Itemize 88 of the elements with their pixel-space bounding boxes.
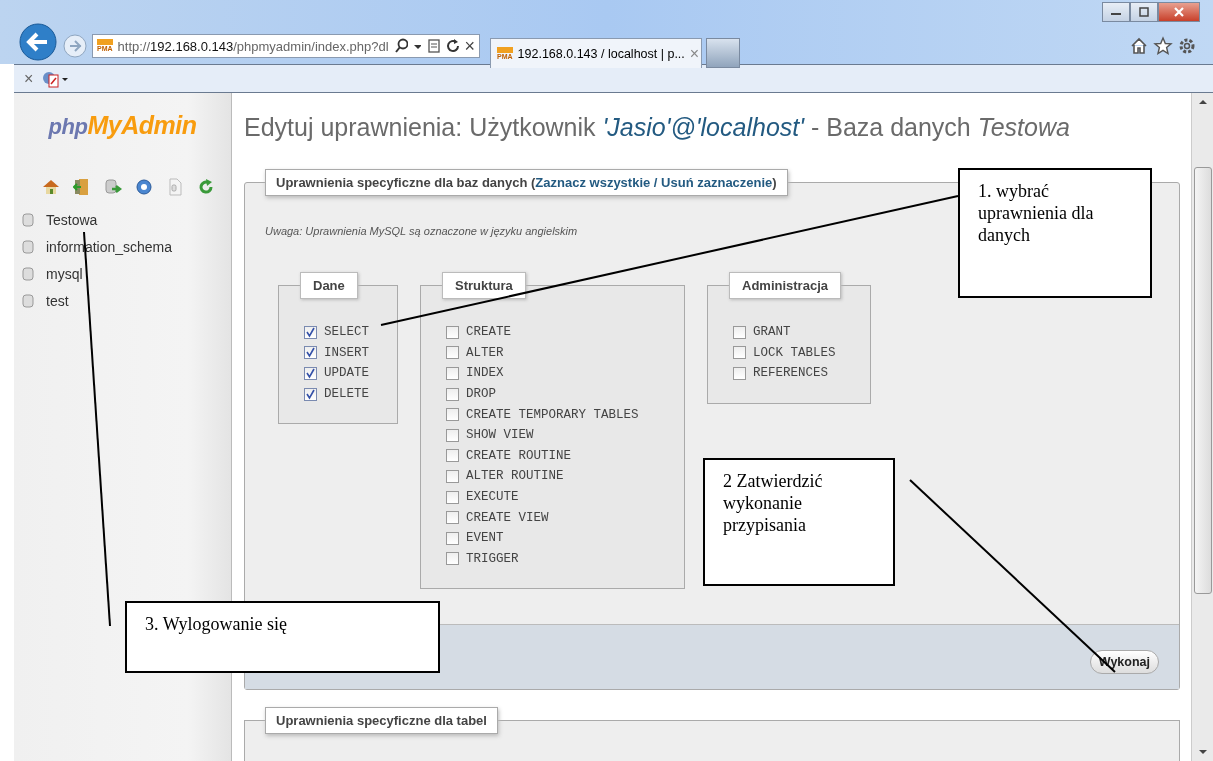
panel-legend: Uprawnienia specyficzne dla tabel (265, 707, 498, 734)
checkbox[interactable] (446, 387, 459, 401)
database-icon (22, 239, 34, 254)
checkbox[interactable] (733, 346, 746, 360)
privilege-label: UPDATE (324, 366, 369, 381)
scrollbar-thumb[interactable] (1193, 167, 1212, 594)
unselect-all-link[interactable]: Usuń zaznaczenie (661, 175, 773, 190)
maximize-icon (1137, 7, 1151, 17)
separator-text: / (652, 175, 659, 190)
tab-title: 192.168.0.143 / localhost | p... (517, 46, 685, 61)
privilege-label: DROP (466, 387, 496, 402)
group-legend: Dane (300, 272, 358, 299)
database-link[interactable]: Testowa (46, 211, 98, 228)
checkbox[interactable] (446, 511, 459, 525)
star-icon[interactable] (1153, 36, 1173, 56)
checkbox[interactable] (446, 449, 459, 463)
stop-button[interactable]: × (464, 35, 475, 57)
database-icon (22, 293, 34, 308)
close-bar-button[interactable]: × (24, 69, 34, 88)
privilege-label: CREATE ROUTINE (466, 448, 572, 463)
privilege-label: CREATE TEMPORARY TABLES (466, 407, 639, 422)
privilege-label: SHOW VIEW (466, 428, 534, 443)
home-icon[interactable] (1129, 36, 1149, 56)
checkbox[interactable] (446, 367, 459, 380)
close-button[interactable] (1158, 2, 1200, 22)
note-text: Uwaga: Uprawnienia MySQL są oznaczone w języku angielskim (265, 225, 578, 237)
privilege-label: REFERENCES (753, 366, 828, 381)
close-icon (1172, 7, 1186, 17)
privilege-label: TRIGGER (466, 551, 519, 566)
minimize-button[interactable] (1102, 2, 1130, 22)
home-icon[interactable] (42, 178, 60, 196)
annotation-text: 1. wybrać uprawnienia dla danych (978, 181, 1094, 245)
privilege-label: SELECT (324, 325, 369, 340)
door-icon[interactable] (73, 178, 91, 196)
privilege-label: CREATE VIEW (466, 510, 549, 525)
scrollbar[interactable] (1191, 93, 1213, 761)
scroll-down-icon[interactable] (1198, 749, 1207, 755)
database-icon (22, 212, 34, 227)
legend-text: Uprawnienia specyficzne dla baz danych ( (276, 175, 536, 190)
privilege-label: EVENT (466, 531, 504, 546)
checkbox[interactable] (304, 367, 317, 380)
group-legend: Administracja (729, 272, 841, 299)
checkbox[interactable] (446, 469, 459, 483)
scroll-up-icon[interactable] (1198, 99, 1207, 105)
privilege-label: INDEX (466, 366, 504, 381)
privilege-label: ALTER ROUTINE (466, 469, 564, 484)
privilege-label: INSERT (324, 345, 369, 360)
checkbox[interactable] (304, 346, 317, 360)
back-button[interactable] (18, 22, 58, 62)
settings-icon[interactable] (1177, 36, 1197, 56)
checkbox[interactable] (733, 367, 746, 380)
checkbox[interactable] (446, 552, 459, 566)
checkbox[interactable] (304, 325, 317, 339)
database-arrow-icon[interactable] (104, 178, 122, 196)
logo[interactable]: phpMyAdmin (14, 111, 231, 140)
privilege-label: GRANT (753, 325, 791, 340)
select-all-link[interactable]: Zaznacz wszystkie (535, 175, 651, 190)
privilege-label: LOCK TABLES (753, 345, 836, 360)
checkbox[interactable] (446, 346, 459, 360)
reload-icon[interactable] (197, 178, 215, 196)
database-link[interactable]: mysql (46, 265, 83, 282)
search-icon[interactable] (393, 38, 408, 54)
maximize-button[interactable] (1130, 2, 1158, 22)
privilege-label: EXECUTE (466, 490, 519, 505)
url-text: http://192.168.0.143/phpmyadmin/index.php?dl (117, 38, 389, 54)
privilege-label: ALTER (466, 345, 504, 360)
page-title: Edytuj uprawnienia: Użytkownik 'Jasio'@'localhost' - Baza danych Testowa (244, 113, 1071, 142)
checkbox[interactable] (446, 428, 459, 442)
forward-button[interactable] (62, 33, 88, 59)
checkbox[interactable] (733, 325, 746, 339)
help-icon[interactable] (135, 178, 153, 196)
database-icon (22, 266, 34, 281)
checkbox[interactable] (304, 387, 317, 401)
document-icon[interactable] (166, 178, 184, 196)
checkbox[interactable] (446, 325, 459, 339)
checkbox[interactable] (446, 408, 459, 422)
new-tab-button[interactable] (706, 38, 740, 68)
legend-text: ) (772, 175, 777, 190)
privilege-label: DELETE (324, 387, 369, 402)
privilege-label: CREATE (466, 325, 511, 340)
pdf-icon[interactable] (41, 69, 70, 88)
checkbox[interactable] (446, 490, 459, 504)
database-link[interactable]: test (46, 292, 69, 309)
checkbox[interactable] (446, 531, 459, 545)
refresh-icon[interactable] (445, 38, 460, 54)
annotation-text: 3. Wylogowanie się (145, 614, 288, 634)
group-legend: Struktura (442, 272, 526, 299)
annotation-text: 2 Zatwierdzić wykonanie przypisania (723, 471, 823, 535)
